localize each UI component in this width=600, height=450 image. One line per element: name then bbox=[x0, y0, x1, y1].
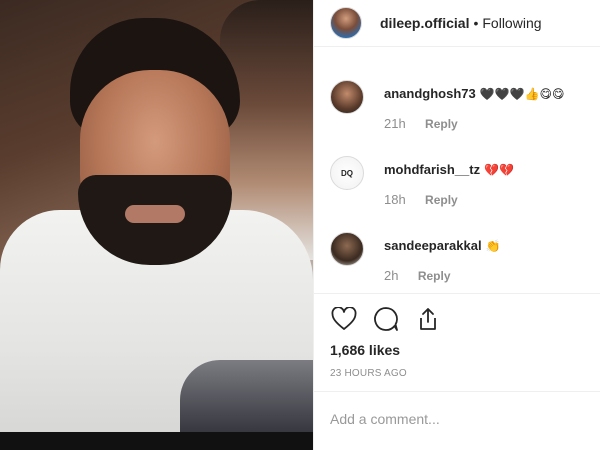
comment-line: anandghosh73 🖤🖤🖤👍😋😋 bbox=[384, 86, 565, 101]
comment-text: 👏 bbox=[485, 239, 501, 253]
post-photo[interactable] bbox=[0, 0, 313, 432]
comment-line: sandeeparakkal 👏 bbox=[384, 238, 501, 253]
author-avatar[interactable] bbox=[330, 7, 362, 39]
header-separator: • bbox=[473, 15, 479, 31]
commenter-avatar[interactable] bbox=[330, 80, 364, 114]
add-comment-input[interactable] bbox=[330, 408, 590, 430]
comment-text: 🖤🖤🖤👍😋😋 bbox=[479, 87, 565, 101]
panel-divider bbox=[313, 0, 314, 450]
commenter-username[interactable]: anandghosh73 bbox=[384, 86, 476, 101]
author-username[interactable]: dileep.official bbox=[380, 15, 469, 31]
actions-divider bbox=[314, 293, 600, 294]
follow-status-button[interactable]: Following bbox=[482, 15, 541, 31]
comment-icon[interactable] bbox=[372, 305, 400, 333]
commenter-username[interactable]: mohdfarish__tz bbox=[384, 162, 480, 177]
reply-button[interactable]: Reply bbox=[418, 269, 451, 283]
share-icon[interactable] bbox=[414, 305, 442, 333]
commenter-avatar[interactable] bbox=[330, 232, 364, 266]
comment-line: mohdfarish__tz 💔💔 bbox=[384, 162, 514, 177]
photo-foreground-blur bbox=[180, 360, 313, 432]
photo-mouth bbox=[125, 205, 185, 223]
photo-bottom-bar bbox=[0, 432, 313, 450]
heart-icon[interactable] bbox=[330, 305, 358, 333]
likes-count[interactable]: 1,686 likes bbox=[330, 342, 400, 358]
commenter-avatar[interactable]: DQ bbox=[330, 156, 364, 190]
comment-time[interactable]: 21h bbox=[384, 116, 406, 131]
commenter-username[interactable]: sandeeparakkal bbox=[384, 238, 482, 253]
comment-meta: 18h Reply bbox=[384, 192, 458, 207]
comment-meta: 2h Reply bbox=[384, 268, 451, 283]
comment-box-divider bbox=[314, 391, 600, 392]
post-header: dileep.official • Following bbox=[314, 0, 600, 47]
comment-time[interactable]: 2h bbox=[384, 268, 398, 283]
comment-meta: 21h Reply bbox=[384, 116, 458, 131]
reply-button[interactable]: Reply bbox=[425, 193, 458, 207]
reply-button[interactable]: Reply bbox=[425, 117, 458, 131]
comment-time[interactable]: 18h bbox=[384, 192, 406, 207]
action-bar bbox=[330, 305, 442, 333]
avatar-logo-text: DQ bbox=[341, 169, 353, 178]
post-timestamp[interactable]: 23 HOURS AGO bbox=[330, 368, 407, 379]
comment-text: 💔💔 bbox=[484, 163, 514, 177]
